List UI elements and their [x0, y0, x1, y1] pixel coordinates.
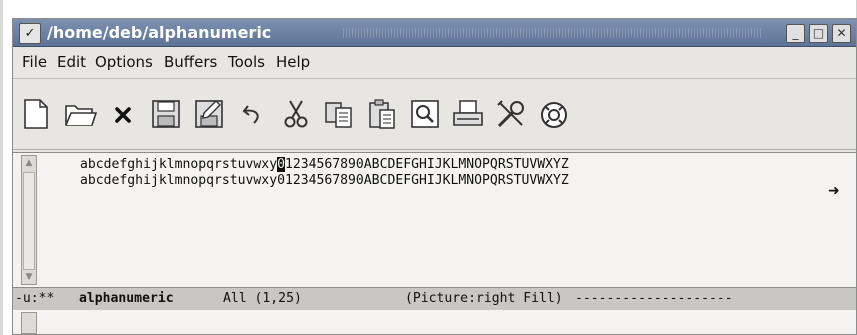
new-file-icon[interactable]	[18, 96, 54, 132]
open-folder-icon[interactable]	[62, 96, 98, 132]
text-line-1[interactable]: abcdefghijklmnopqrstuvwxy01234567890ABCD…	[80, 157, 569, 172]
menu-edit[interactable]: Edit	[57, 53, 86, 71]
search-icon[interactable]	[407, 96, 443, 132]
undo-icon[interactable]	[235, 96, 271, 132]
scrollbar-thumb[interactable]	[23, 172, 35, 270]
modeline-modes[interactable]: (Picture:right Fill)	[405, 288, 563, 310]
menu-bar: File Edit Options Buffers Tools Help	[13, 47, 856, 79]
wrap-arrow-icon: ➜	[828, 183, 840, 199]
modeline-buffer-name[interactable]: alphanumeric	[79, 288, 174, 310]
print-icon[interactable]	[450, 96, 486, 132]
maximize-button[interactable]: □	[809, 24, 828, 43]
menu-tools[interactable]: Tools	[228, 53, 265, 71]
save-as-icon[interactable]	[191, 96, 227, 132]
menu-file[interactable]: File	[22, 53, 47, 71]
title-bar[interactable]: ✓ /home/deb/alphanumeric _ □ ✕	[13, 19, 856, 47]
menu-help[interactable]: Help	[276, 53, 310, 71]
line1-after-cursor: 1234567890ABCDEFGHIJKLMNOPQRSTUVWXYZ	[284, 157, 569, 172]
scroll-down-icon[interactable]: ▼	[23, 271, 35, 283]
modeline-dashes: --------------------	[575, 291, 733, 306]
scroll-up-icon[interactable]: ▲	[23, 157, 35, 169]
window-menu-button[interactable]: ✓	[19, 23, 41, 44]
menu-buffers[interactable]: Buffers	[164, 53, 217, 71]
copy-icon[interactable]	[321, 96, 357, 132]
customize-icon[interactable]	[493, 96, 529, 132]
modeline-position: All (1,25)	[223, 291, 302, 306]
close-button[interactable]: ✕	[832, 24, 851, 43]
help-icon[interactable]	[536, 96, 572, 132]
text-cursor: 0	[277, 157, 285, 172]
tool-bar	[13, 79, 856, 150]
minimize-button[interactable]: _	[786, 24, 805, 43]
window-title: /home/deb/alphanumeric	[47, 23, 272, 42]
minibuffer[interactable]	[13, 310, 856, 334]
minibuffer-scrollbar	[21, 312, 37, 334]
mode-line: -u:** alphanumeric All (1,25) (Picture:r…	[13, 287, 856, 311]
title-bar-grip	[343, 28, 763, 38]
vertical-scrollbar[interactable]: ▲ ▼	[21, 155, 37, 285]
menu-options[interactable]: Options	[95, 53, 153, 71]
paste-icon[interactable]	[364, 96, 400, 132]
cut-icon[interactable]	[278, 96, 314, 132]
save-icon[interactable]	[148, 96, 184, 132]
close-buffer-icon[interactable]	[105, 96, 141, 132]
modeline-status: -u:**	[15, 291, 55, 306]
text-line-2[interactable]: abcdefghijklmnopqrstuvwxy01234567890ABCD…	[80, 173, 569, 188]
editor-area[interactable]: ▲ ▼ abcdefghijklmnopqrstuvwxy01234567890…	[13, 152, 856, 288]
line1-before-cursor: abcdefghijklmnopqrstuvwxy	[80, 157, 278, 172]
emacs-window: ✓ /home/deb/alphanumeric _ □ ✕ File Edit…	[12, 18, 857, 335]
